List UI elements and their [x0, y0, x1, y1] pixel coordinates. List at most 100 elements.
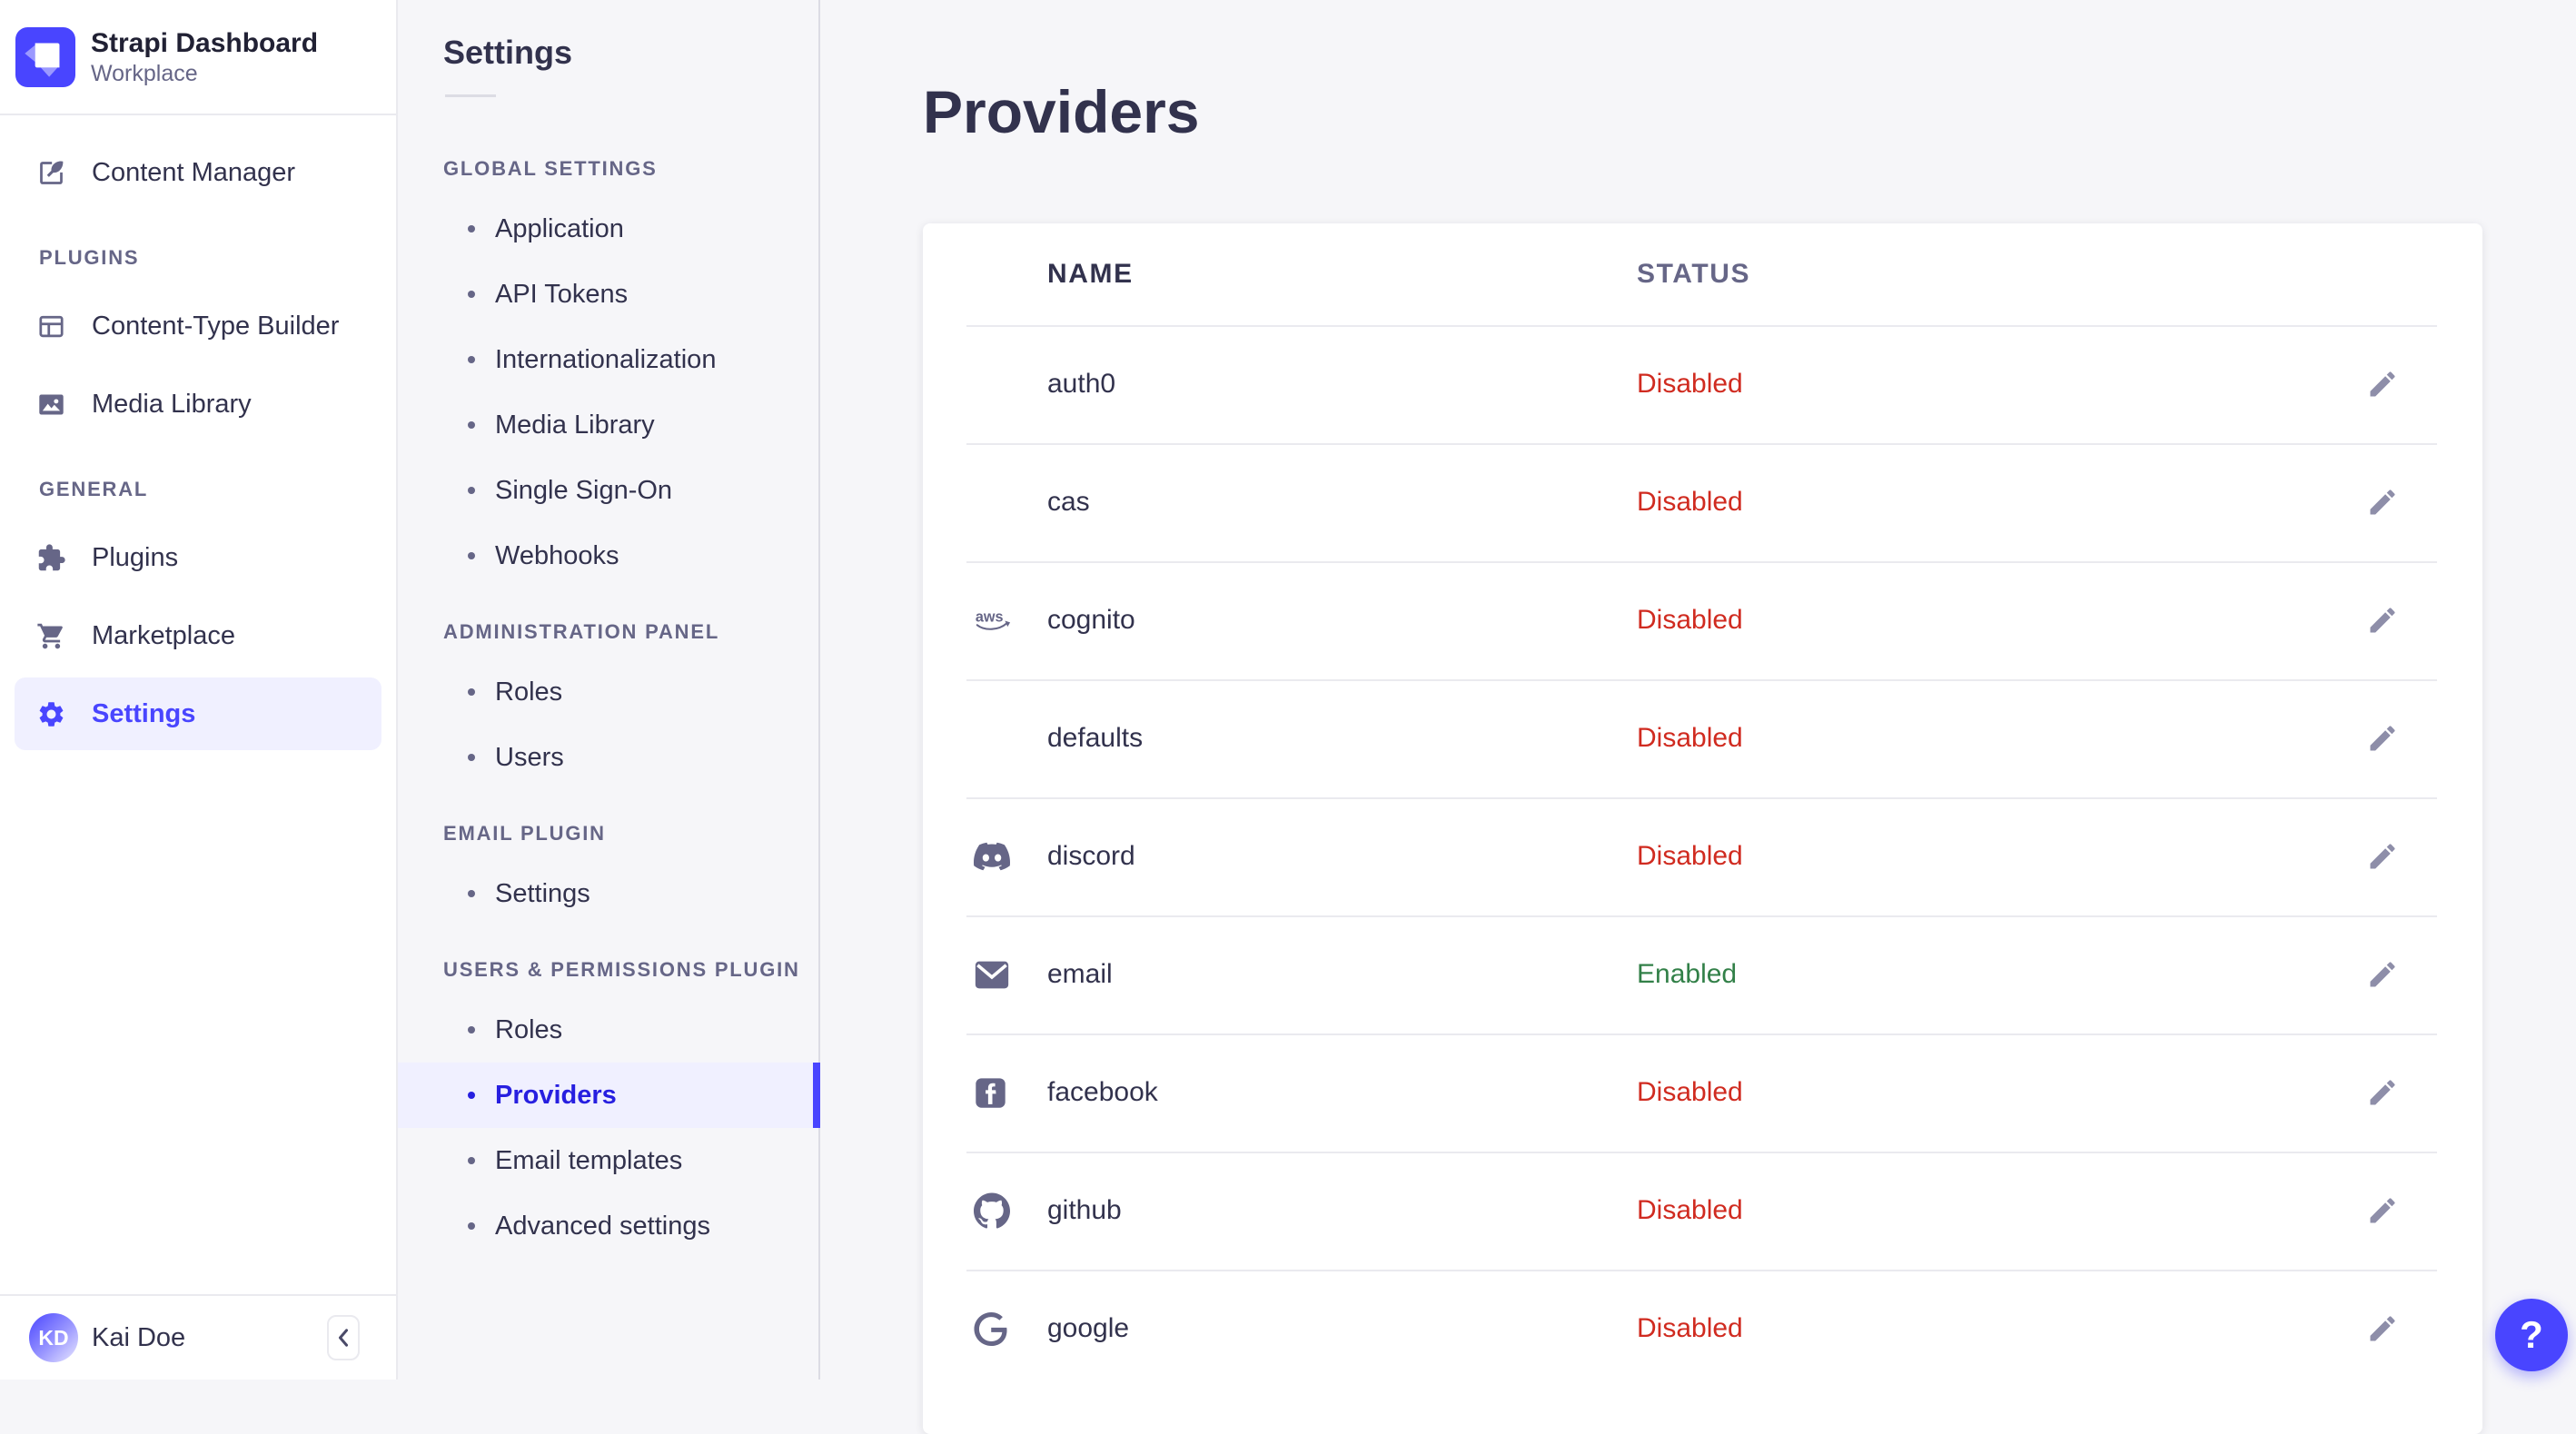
sidebar-item-content-manager[interactable]: Content Manager: [15, 136, 381, 209]
nav-section-label: GENERAL: [39, 478, 149, 500]
edit-provider-button[interactable]: [2366, 840, 2399, 873]
table-row-auth0[interactable]: auth0 Disabled: [923, 325, 2482, 443]
workspace-switcher[interactable]: Strapi Dashboard Workplace: [0, 0, 396, 115]
provider-name: google: [1047, 1313, 1130, 1343]
bullet-icon: [468, 1222, 475, 1230]
aws-icon: aws: [974, 608, 1012, 634]
sidebar-item-label: Content-Type Builder: [92, 311, 340, 341]
subnav-section-label: GLOBAL SETTINGS: [443, 157, 658, 180]
subnav-section: ADMINISTRATION PANEL Roles Users: [398, 619, 818, 790]
edit-cell: [2366, 722, 2482, 755]
status-badge: Disabled: [1637, 369, 1743, 399]
status-badge: Disabled: [1637, 605, 1743, 635]
table-row-discord[interactable]: discord Disabled: [923, 797, 2482, 915]
subnav-section-label: ADMINISTRATION PANEL: [443, 620, 720, 643]
subnav-item-api-tokens[interactable]: API Tokens: [398, 262, 818, 327]
subnav-item-application[interactable]: Application: [398, 196, 818, 262]
bullet-icon: [468, 890, 475, 897]
pencil-icon: [2366, 722, 2399, 755]
sidebar-item-label: Content Manager: [92, 157, 296, 187]
edit-cell: [2366, 1194, 2482, 1227]
column-header-status: STATUS: [1637, 259, 1751, 289]
edit-provider-button[interactable]: [2366, 368, 2399, 401]
provider-icon-cell: [966, 960, 1047, 990]
sidebar-item-label: Plugins: [92, 542, 179, 572]
bullet-icon: [468, 487, 475, 494]
sidebar-item-plugins[interactable]: Plugins: [15, 521, 381, 594]
subnav-item-label: Users: [495, 742, 564, 772]
chevron-left-icon: [338, 1329, 349, 1347]
subnav-item-internationalization[interactable]: Internationalization: [398, 327, 818, 392]
subnav-section-label: USERS & PERMISSIONS PLUGIN: [443, 958, 800, 981]
provider-name: github: [1047, 1195, 1122, 1225]
pencil-icon: [2366, 368, 2399, 401]
subnav-item-webhooks[interactable]: Webhooks: [398, 523, 818, 588]
subnav-item-providers[interactable]: Providers: [398, 1063, 820, 1128]
bullet-icon: [468, 356, 475, 363]
cart-icon: [36, 621, 66, 651]
table-row-google[interactable]: google Disabled: [923, 1270, 2482, 1388]
workspace-name: Workplace: [91, 60, 198, 86]
nav-section-label: PLUGINS: [39, 246, 140, 269]
subnav-item-roles[interactable]: Roles: [398, 997, 818, 1063]
github-icon: [974, 1192, 1010, 1229]
sidebar-item-label: Marketplace: [92, 620, 235, 650]
avatar[interactable]: KD: [29, 1313, 78, 1362]
subnav-item-advanced-settings[interactable]: Advanced settings: [398, 1193, 818, 1259]
provider-name: cas: [1047, 487, 1090, 517]
subnav-item-label: Roles: [495, 1014, 563, 1044]
table-row-email[interactable]: email Enabled: [923, 915, 2482, 1033]
subnav-item-settings[interactable]: Settings: [398, 861, 818, 926]
bullet-icon: [468, 1157, 475, 1164]
edit-provider-button[interactable]: [2366, 1194, 2399, 1227]
subnav-section: GLOBAL SETTINGS Application API Tokens Inte…: [398, 156, 818, 588]
main-sidebar: Strapi Dashboard Workplace Content Manag…: [0, 0, 398, 1380]
table-row-cas[interactable]: cas Disabled: [923, 443, 2482, 561]
provider-icon-cell: aws: [966, 608, 1047, 634]
bullet-icon: [468, 688, 475, 696]
pencil-icon: [2366, 604, 2399, 637]
edit-provider-button[interactable]: [2366, 958, 2399, 991]
sidebar-item-content-type-builder[interactable]: Content-Type Builder: [15, 290, 381, 362]
subnav-section: USERS & PERMISSIONS PLUGIN Roles Providers…: [398, 957, 820, 1259]
status-badge: Disabled: [1637, 1313, 1743, 1343]
sidebar-item-settings[interactable]: Settings: [15, 677, 381, 750]
subnav-item-media-library[interactable]: Media Library: [398, 392, 818, 458]
table-row-defaults[interactable]: defaults Disabled: [923, 679, 2482, 797]
provider-name: defaults: [1047, 723, 1144, 753]
help-button[interactable]: ?: [2495, 1299, 2568, 1371]
image-icon: [36, 390, 66, 420]
edit-provider-button[interactable]: [2366, 1312, 2399, 1345]
edit-provider-button[interactable]: [2366, 722, 2399, 755]
pencil-icon: [2366, 486, 2399, 519]
subnav-item-roles[interactable]: Roles: [398, 659, 818, 725]
subnav-divider: [445, 94, 496, 97]
subnav-sections: GLOBAL SETTINGS Application API Tokens Inte…: [398, 156, 820, 1259]
pencil-icon: [2366, 958, 2399, 991]
subnav-item-users[interactable]: Users: [398, 725, 818, 790]
provider-icon-cell: [966, 1076, 1047, 1110]
pencil-icon: [2366, 1312, 2399, 1345]
subnav-item-single-sign-on[interactable]: Single Sign-On: [398, 458, 818, 523]
table-row-github[interactable]: github Disabled: [923, 1152, 2482, 1270]
sidebar-item-media-library[interactable]: Media Library: [15, 368, 381, 440]
provider-name: auth0: [1047, 369, 1116, 399]
table-row-cognito[interactable]: aws cognito Disabled: [923, 561, 2482, 679]
column-header-name: NAME: [1047, 259, 1134, 289]
sidebar-item-marketplace[interactable]: Marketplace: [15, 599, 381, 672]
sidebar-item-label: Media Library: [92, 389, 252, 419]
subnav-item-label: Advanced settings: [495, 1211, 710, 1241]
bullet-icon: [468, 1026, 475, 1033]
bullet-icon: [468, 225, 475, 232]
table-row-facebook[interactable]: facebook Disabled: [923, 1033, 2482, 1152]
subnav-item-email-templates[interactable]: Email templates: [398, 1128, 818, 1193]
sidebar-nav: Content Manager PLUGINS Content-Type Build…: [0, 115, 396, 756]
subnav-item-label: Application: [495, 213, 624, 243]
provider-icon-cell: [966, 1192, 1047, 1229]
edit-provider-button[interactable]: [2366, 1076, 2399, 1109]
collapse-sidebar-button[interactable]: [327, 1315, 360, 1360]
edit-provider-button[interactable]: [2366, 486, 2399, 519]
facebook-icon: [974, 1076, 1007, 1110]
edit-provider-button[interactable]: [2366, 604, 2399, 637]
provider-name: email: [1047, 959, 1113, 989]
